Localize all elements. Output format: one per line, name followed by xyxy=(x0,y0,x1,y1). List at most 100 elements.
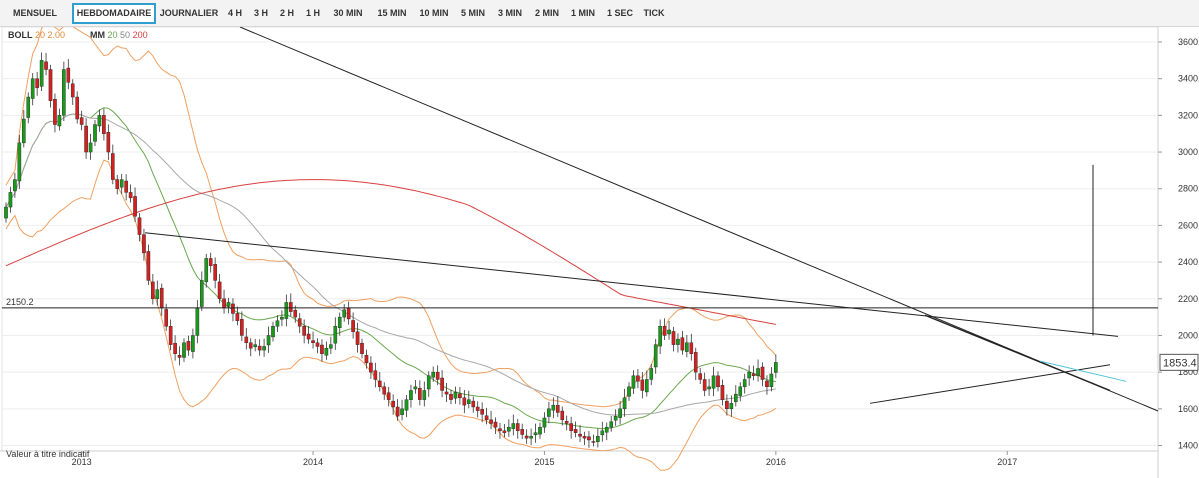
tab-4h[interactable]: 4 H xyxy=(224,5,246,22)
mm200-line xyxy=(5,179,776,325)
candle-body xyxy=(560,410,565,421)
tab-tick[interactable]: TICK xyxy=(640,5,668,22)
candle-body xyxy=(404,399,409,411)
candle-body xyxy=(720,385,725,400)
candle-body xyxy=(293,309,298,318)
candle-body xyxy=(360,342,364,354)
candle-body xyxy=(30,78,35,99)
tab-1h[interactable]: 1 H xyxy=(302,5,324,22)
candle-body xyxy=(235,313,240,321)
grid xyxy=(0,27,1159,478)
candle-body xyxy=(124,180,128,193)
candle-body xyxy=(431,371,436,378)
candle-body xyxy=(208,258,213,266)
candle-body xyxy=(547,408,551,417)
candle-body xyxy=(257,345,262,351)
candle-body xyxy=(315,342,320,347)
candle-body xyxy=(369,362,373,373)
candle-body xyxy=(364,355,369,364)
trend-line-upper xyxy=(144,232,1119,337)
candle-body xyxy=(627,386,631,397)
tab-15min[interactable]: 15 MIN xyxy=(372,5,412,22)
candle-body xyxy=(102,115,106,134)
timeframe-toolbar: MENSUEL HEBDOMADAIRE JOURNALIER 4 H 3 H … xyxy=(0,0,1199,27)
candle-body xyxy=(440,377,444,391)
candle-body xyxy=(70,83,75,98)
candle-body xyxy=(640,379,645,391)
candle-body xyxy=(569,423,573,432)
candle-body xyxy=(480,408,484,415)
candle-body xyxy=(587,436,591,441)
candle-body xyxy=(142,234,146,254)
candle-body xyxy=(133,196,137,217)
candle-body xyxy=(596,436,600,443)
candle-body xyxy=(609,421,613,428)
candle-body xyxy=(306,333,311,340)
candle-body xyxy=(747,371,751,379)
x-tick-label: 2016 xyxy=(766,457,786,467)
candle-body xyxy=(275,320,280,327)
horizontal-level-label: 2150.2 xyxy=(6,297,34,307)
candle-body xyxy=(765,380,769,388)
candle-body xyxy=(62,69,66,116)
cyan-line xyxy=(1039,360,1127,382)
candle-body xyxy=(551,404,556,411)
tab-30min[interactable]: 30 MIN xyxy=(328,5,368,22)
candle-body xyxy=(538,426,542,435)
candle-body xyxy=(4,206,8,219)
plot-frame xyxy=(1,27,1159,452)
candle-body xyxy=(645,379,649,393)
candle-body xyxy=(760,366,765,380)
candle-body xyxy=(689,342,694,354)
candle-body xyxy=(351,320,355,332)
candle-body xyxy=(520,429,524,435)
candle-body xyxy=(262,346,266,351)
candle-body xyxy=(600,430,605,436)
tab-10min[interactable]: 10 MIN xyxy=(414,5,454,22)
candle-body xyxy=(751,373,756,377)
tab-5min[interactable]: 5 MIN xyxy=(456,5,490,22)
candle-body xyxy=(604,426,609,433)
tab-hebdomadaire[interactable]: HEBDOMADAIRE xyxy=(72,3,156,24)
candle-body xyxy=(173,342,177,354)
candle-body xyxy=(591,441,596,443)
price-chart[interactable]: 2150.2 1400.01600.01800.02000.02200.0240… xyxy=(0,27,1199,478)
candle-body xyxy=(622,397,627,410)
tab-1sec[interactable]: 1 SEC xyxy=(604,5,636,22)
tab-mensuel[interactable]: MENSUEL xyxy=(6,5,64,22)
candle-body xyxy=(475,406,480,411)
candle-body xyxy=(449,393,453,400)
candle-body xyxy=(422,390,427,400)
tab-1min[interactable]: 1 MIN xyxy=(566,5,600,22)
last-price-label: 1853.4 xyxy=(1163,357,1197,369)
y-axis: 1400.01600.01800.02000.02200.02400.02600… xyxy=(1158,37,1199,450)
candle-body xyxy=(636,375,640,382)
candle-body xyxy=(213,264,217,281)
candle-body xyxy=(667,329,671,335)
candle-body xyxy=(164,309,169,327)
tab-3min[interactable]: 3 MIN xyxy=(493,5,527,22)
candle-body xyxy=(128,192,133,199)
candle-body xyxy=(729,403,734,410)
tab-2h[interactable]: 2 H xyxy=(276,5,298,22)
candle-body xyxy=(649,368,654,380)
candle-body xyxy=(573,429,578,433)
x-tick-label: 2014 xyxy=(303,457,323,467)
candle-body xyxy=(342,309,347,318)
tab-3h[interactable]: 3 H xyxy=(250,5,272,22)
candle-body xyxy=(333,326,338,344)
candle-body xyxy=(734,393,738,403)
candle-body xyxy=(742,379,747,388)
candle-body xyxy=(391,400,395,408)
candle-body xyxy=(702,379,707,391)
candle-body xyxy=(244,336,249,343)
candle-body xyxy=(155,289,160,299)
candle-body xyxy=(418,388,422,400)
candle-body xyxy=(280,316,284,320)
tab-journalier[interactable]: JOURNALIER xyxy=(158,5,220,22)
candle-body xyxy=(195,307,200,336)
mm20-line xyxy=(5,107,777,430)
y-tick-label: 2600.0 xyxy=(1178,220,1199,230)
tab-2min[interactable]: 2 MIN xyxy=(530,5,564,22)
candle-body xyxy=(182,342,186,358)
